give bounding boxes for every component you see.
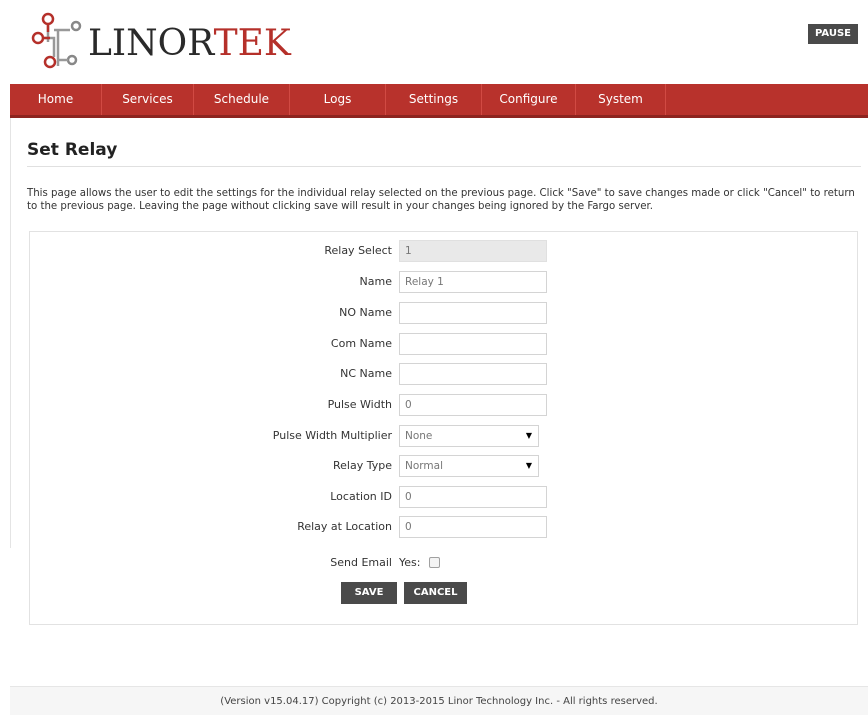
nav-item-configure[interactable]: Configure [482,84,576,115]
footer: (Version v15.04.17) Copyright (c) 2013-2… [10,686,868,715]
send-email-label: Send Email [330,556,392,569]
send-email-row: Send Email Yes: [30,552,859,574]
com-name-row: Com Name [30,333,859,355]
name-input[interactable]: Relay 1 [399,271,547,293]
title-divider [27,166,861,167]
nc-name-row: NC Name [30,363,859,385]
nav-item-system[interactable]: System [576,84,666,115]
dropdown-arrow-icon: ▼ [525,461,532,470]
main-nav: Home Services Schedule Logs Settings Con… [10,84,868,118]
com-name-label: Com Name [330,337,392,350]
linortek-logo[interactable]: LINORTEK [30,12,291,72]
pause-button[interactable]: PAUSE [808,24,858,44]
set-relay-form: Relay Select 1 Name Relay 1 NO Name Com … [29,231,858,625]
brand-name-part1: LINOR [88,23,214,64]
location-id-row: Location ID 0 [30,486,859,508]
nc-name-input[interactable] [399,363,547,385]
save-button[interactable]: SAVE [341,582,397,604]
send-email-yes-label: Yes: [399,556,421,569]
nc-name-label: NC Name [340,367,392,380]
relay-select-label: Relay Select [324,244,392,257]
pulse-width-multiplier-select[interactable]: None ▼ [399,425,539,447]
header: LINORTEK PAUSE [0,0,868,84]
relay-at-location-input[interactable]: 0 [399,516,547,538]
relay-at-location-label: Relay at Location [297,520,392,533]
brand-name: LINORTEK [88,22,291,66]
page-title: Set Relay [27,140,118,160]
nav-item-settings[interactable]: Settings [386,84,482,115]
pulse-width-multiplier-value: None [405,430,433,442]
relay-type-select[interactable]: Normal ▼ [399,455,539,477]
nav-item-logs[interactable]: Logs [290,84,386,115]
pulse-width-label: Pulse Width [327,398,392,411]
nav-item-services[interactable]: Services [102,84,194,115]
copyright-text: (Version v15.04.17) Copyright (c) 2013-2… [220,696,658,707]
location-id-input[interactable]: 0 [399,486,547,508]
relay-type-label: Relay Type [333,459,392,472]
relay-type-value: Normal [405,460,443,472]
nav-item-home[interactable]: Home [10,84,102,115]
relay-select-row: Relay Select 1 [30,240,859,262]
nav-item-schedule[interactable]: Schedule [194,84,290,115]
location-id-label: Location ID [330,490,392,503]
pulse-width-input[interactable]: 0 [399,394,547,416]
name-row: Name Relay 1 [30,271,859,293]
left-divider [10,118,11,548]
form-actions: SAVE CANCEL [30,582,859,604]
pulse-width-row: Pulse Width 0 [30,394,859,416]
no-name-label: NO Name [339,306,392,319]
no-name-input[interactable] [399,302,547,324]
cancel-button[interactable]: CANCEL [404,582,467,604]
circuit-logo-icon [31,12,82,69]
send-email-checkbox[interactable] [429,557,440,568]
pulse-width-multiplier-label: Pulse Width Multiplier [272,429,392,442]
no-name-row: NO Name [30,302,859,324]
dropdown-arrow-icon: ▼ [525,431,532,440]
relay-type-row: Relay Type Normal ▼ [30,455,859,477]
relay-at-location-row: Relay at Location 0 [30,516,859,538]
page-description: This page allows the user to edit the se… [27,188,855,212]
pulse-width-multiplier-row: Pulse Width Multiplier None ▼ [30,425,859,447]
relay-select-field: 1 [399,240,547,262]
com-name-input[interactable] [399,333,547,355]
name-label: Name [359,275,392,288]
brand-name-part2: TEK [213,23,291,64]
